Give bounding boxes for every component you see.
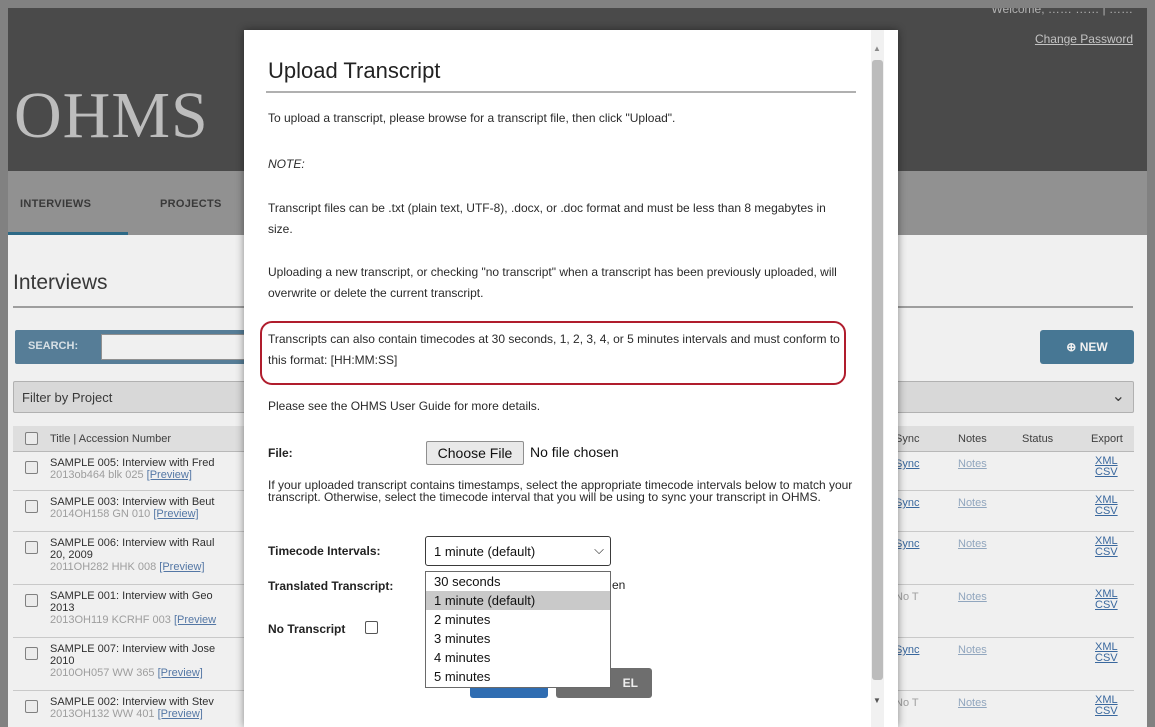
timecode-format-text: Transcripts can also contain timecodes a… — [268, 332, 840, 367]
dialog-divider — [266, 91, 856, 93]
timecode-option[interactable]: 3 minutes — [426, 629, 610, 648]
scrollbar-thumb[interactable] — [872, 60, 883, 680]
scroll-down-icon[interactable]: ▼ — [873, 696, 881, 705]
user-guide-text: Please see the OHMS User Guide for more … — [268, 399, 541, 413]
upload-transcript-dialog: Upload Transcript To upload a transcript… — [244, 30, 898, 727]
no-transcript-checkbox[interactable] — [365, 621, 378, 634]
dialog-scrollbar[interactable]: ▲ ▼ — [871, 30, 884, 727]
choose-file-button[interactable]: Choose File — [426, 441, 524, 465]
scroll-up-icon[interactable]: ▲ — [873, 44, 881, 53]
no-transcript-label: No Transcript — [268, 622, 346, 636]
timecode-option[interactable]: 30 seconds — [426, 572, 610, 591]
translated-label: Translated Transcript: — [268, 579, 394, 593]
format-text: Transcript files can be .txt (plain text… — [268, 201, 826, 236]
file-label: File: — [268, 446, 293, 460]
timecode-option[interactable]: 5 minutes — [426, 667, 610, 686]
no-file-status: No file chosen — [530, 444, 619, 460]
timestamps-help: If your uploaded transcript contains tim… — [268, 478, 853, 504]
timecode-select[interactable]: 1 minute (default) ⌵ — [425, 536, 611, 566]
timecode-option[interactable]: 4 minutes — [426, 648, 610, 667]
timecode-option-selected[interactable]: 1 minute (default) — [426, 591, 610, 610]
intro-text: To upload a transcript, please browse fo… — [268, 111, 676, 125]
timecode-label: Timecode Intervals: — [268, 544, 381, 558]
note-label: NOTE: — [268, 157, 305, 171]
timecode-value: 1 minute (default) — [434, 544, 536, 559]
dialog-title: Upload Transcript — [268, 58, 441, 83]
translated-hint: en — [612, 578, 626, 592]
timecode-option[interactable]: 2 minutes — [426, 610, 610, 629]
chevron-down-icon: ⌵ — [594, 542, 604, 557]
timecode-dropdown-list: 30 seconds 1 minute (default) 2 minutes … — [425, 571, 611, 688]
overwrite-text: Uploading a new transcript, or checking … — [268, 265, 837, 300]
